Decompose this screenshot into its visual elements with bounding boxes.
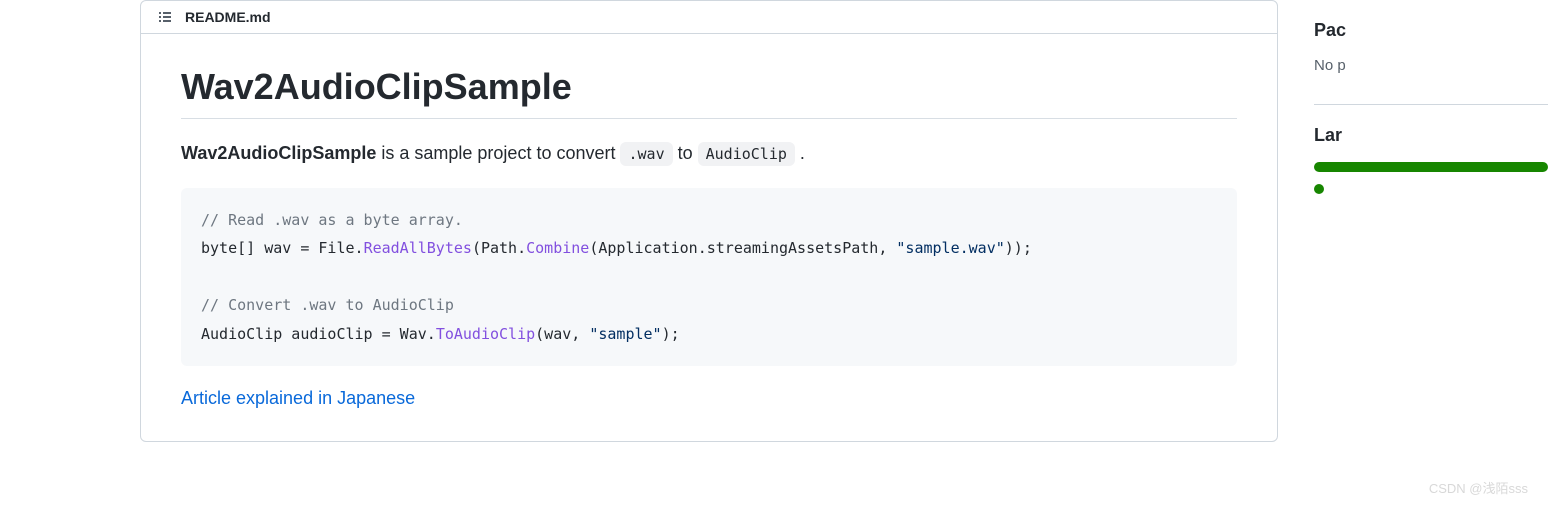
code-string: "sample.wav" xyxy=(896,239,1004,257)
readme-filename[interactable]: README.md xyxy=(185,9,271,25)
languages-heading: Lar xyxy=(1314,125,1548,146)
sidebar-divider xyxy=(1314,104,1548,105)
desc-text: is a sample project to convert xyxy=(376,143,620,163)
code-text: (Path. xyxy=(472,239,526,257)
language-bar xyxy=(1314,162,1548,172)
watermark: CSDN @浅陌sss xyxy=(1429,478,1528,497)
readme-body: Wav2AudioClipSample Wav2AudioClipSample … xyxy=(141,34,1277,441)
code-text: (Application.streamingAssetsPath, xyxy=(589,239,896,257)
code-method: ReadAllBytes xyxy=(364,239,472,257)
code-block: // Read .wav as a byte array. byte[] wav… xyxy=(181,188,1237,367)
code-text: )); xyxy=(1005,239,1032,257)
list-icon[interactable] xyxy=(157,9,173,25)
packages-heading: Pac xyxy=(1314,20,1548,41)
desc-text: to xyxy=(673,143,698,163)
code-string: "sample" xyxy=(589,325,661,343)
code-text: AudioClip audioClip = Wav. xyxy=(201,325,436,343)
code-text: byte[] wav = File. xyxy=(201,239,364,257)
desc-text: . xyxy=(795,143,805,163)
language-dot-icon xyxy=(1314,184,1324,194)
readme-panel: README.md Wav2AudioClipSample Wav2AudioC… xyxy=(140,0,1278,442)
code-comment: // Read .wav as a byte array. xyxy=(201,211,463,229)
code-method: Combine xyxy=(526,239,589,257)
code-text: ); xyxy=(662,325,680,343)
project-name-strong: Wav2AudioClipSample xyxy=(181,143,376,163)
readme-description: Wav2AudioClipSample is a sample project … xyxy=(181,139,1237,168)
language-legend xyxy=(1314,184,1548,194)
readme-header: README.md xyxy=(141,1,1277,34)
code-text: (wav, xyxy=(535,325,589,343)
language-segment[interactable] xyxy=(1314,162,1548,172)
sidebar: Pac No p Lar xyxy=(1298,0,1548,442)
inline-code-wav: .wav xyxy=(620,142,672,166)
packages-text: No p xyxy=(1314,57,1548,74)
code-comment: // Convert .wav to AudioClip xyxy=(201,296,454,314)
readme-title: Wav2AudioClipSample xyxy=(181,66,1237,119)
inline-code-audioclip: AudioClip xyxy=(698,142,795,166)
code-method: ToAudioClip xyxy=(436,325,535,343)
article-link[interactable]: Article explained in Japanese xyxy=(181,388,415,408)
